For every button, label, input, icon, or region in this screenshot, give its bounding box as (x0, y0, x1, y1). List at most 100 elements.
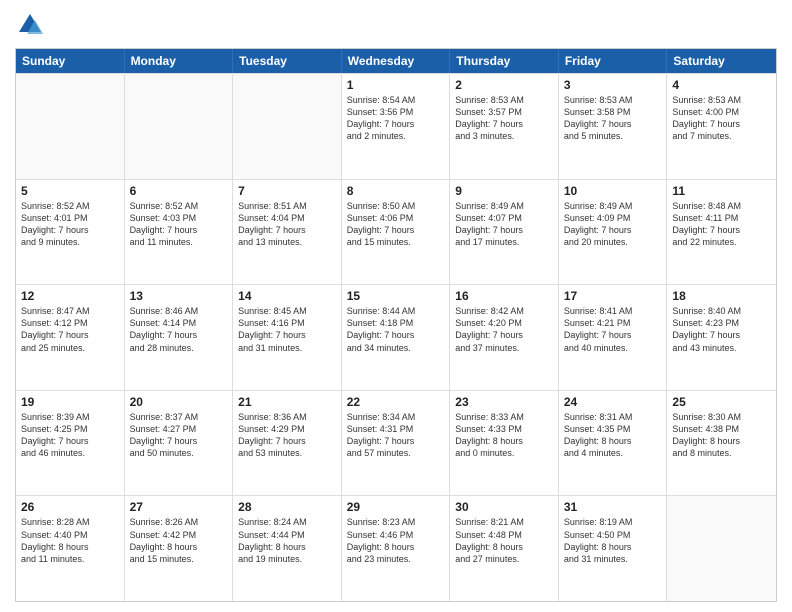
cell-info: Sunrise: 8:30 AM Sunset: 4:38 PM Dayligh… (672, 411, 771, 460)
cell-info: Sunrise: 8:34 AM Sunset: 4:31 PM Dayligh… (347, 411, 445, 460)
cell-info: Sunrise: 8:26 AM Sunset: 4:42 PM Dayligh… (130, 516, 228, 565)
cell-info: Sunrise: 8:40 AM Sunset: 4:23 PM Dayligh… (672, 305, 771, 354)
calendar-row: 26 Sunrise: 8:28 AM Sunset: 4:40 PM Dayli… (16, 495, 776, 601)
cell-info: Sunrise: 8:41 AM Sunset: 4:21 PM Dayligh… (564, 305, 662, 354)
calendar-cell: 28 Sunrise: 8:24 AM Sunset: 4:44 PM Dayli… (233, 496, 342, 601)
weekday-header: Wednesday (342, 49, 451, 73)
calendar-cell: 30 Sunrise: 8:21 AM Sunset: 4:48 PM Dayli… (450, 496, 559, 601)
day-number: 24 (564, 395, 662, 409)
calendar-cell: 18Sunrise: 8:40 AM Sunset: 4:23 PM Dayli… (667, 285, 776, 390)
calendar-cell: 7 Sunrise: 8:51 AM Sunset: 4:04 PM Daylig… (233, 180, 342, 285)
calendar-cell: 6Sunrise: 8:52 AM Sunset: 4:03 PM Daylig… (125, 180, 234, 285)
day-number: 6 (130, 184, 228, 198)
cell-info: Sunrise: 8:39 AM Sunset: 4:25 PM Dayligh… (21, 411, 119, 460)
day-number: 27 (130, 500, 228, 514)
day-number: 23 (455, 395, 553, 409)
day-number: 1 (347, 78, 445, 92)
day-number: 9 (455, 184, 553, 198)
calendar-cell: 26 Sunrise: 8:28 AM Sunset: 4:40 PM Dayli… (16, 496, 125, 601)
calendar-cell: 25 Sunrise: 8:30 AM Sunset: 4:38 PM Dayli… (667, 391, 776, 496)
cell-info: Sunrise: 8:23 AM Sunset: 4:46 PM Dayligh… (347, 516, 445, 565)
cell-info: Sunrise: 8:52 AM Sunset: 4:01 PM Dayligh… (21, 200, 119, 249)
calendar-cell: 16 Sunrise: 8:42 AM Sunset: 4:20 PM Dayli… (450, 285, 559, 390)
day-number: 25 (672, 395, 771, 409)
cell-info: Sunrise: 8:45 AM Sunset: 4:16 PM Dayligh… (238, 305, 336, 354)
calendar-body: 1 Sunrise: 8:54 AM Sunset: 3:56 PM Daylig… (16, 73, 776, 601)
calendar-row: 12Sunrise: 8:47 AM Sunset: 4:12 PM Dayli… (16, 284, 776, 390)
day-number: 22 (347, 395, 445, 409)
cell-info: Sunrise: 8:42 AM Sunset: 4:20 PM Dayligh… (455, 305, 553, 354)
day-number: 12 (21, 289, 119, 303)
day-number: 4 (672, 78, 771, 92)
cell-info: Sunrise: 8:51 AM Sunset: 4:04 PM Dayligh… (238, 200, 336, 249)
calendar-cell: 3 Sunrise: 8:53 AM Sunset: 3:58 PM Daylig… (559, 74, 668, 179)
calendar-row: 5 Sunrise: 8:52 AM Sunset: 4:01 PM Daylig… (16, 179, 776, 285)
calendar-cell: 22 Sunrise: 8:34 AM Sunset: 4:31 PM Dayli… (342, 391, 451, 496)
calendar-cell: 13 Sunrise: 8:46 AM Sunset: 4:14 PM Dayli… (125, 285, 234, 390)
day-number: 2 (455, 78, 553, 92)
weekday-header: Thursday (450, 49, 559, 73)
cell-info: Sunrise: 8:46 AM Sunset: 4:14 PM Dayligh… (130, 305, 228, 354)
calendar-cell (16, 74, 125, 179)
calendar-cell: 19 Sunrise: 8:39 AM Sunset: 4:25 PM Dayli… (16, 391, 125, 496)
cell-info: Sunrise: 8:53 AM Sunset: 3:57 PM Dayligh… (455, 94, 553, 143)
cell-info: Sunrise: 8:49 AM Sunset: 4:09 PM Dayligh… (564, 200, 662, 249)
calendar-cell: 29Sunrise: 8:23 AM Sunset: 4:46 PM Dayli… (342, 496, 451, 601)
cell-info: Sunrise: 8:50 AM Sunset: 4:06 PM Dayligh… (347, 200, 445, 249)
calendar-cell: 24Sunrise: 8:31 AM Sunset: 4:35 PM Dayli… (559, 391, 668, 496)
day-number: 28 (238, 500, 336, 514)
day-number: 26 (21, 500, 119, 514)
page: SundayMondayTuesdayWednesdayThursdayFrid… (0, 0, 792, 612)
day-number: 21 (238, 395, 336, 409)
day-number: 10 (564, 184, 662, 198)
logo-icon (15, 10, 45, 40)
calendar-cell: 4Sunrise: 8:53 AM Sunset: 4:00 PM Daylig… (667, 74, 776, 179)
calendar-cell: 27 Sunrise: 8:26 AM Sunset: 4:42 PM Dayli… (125, 496, 234, 601)
day-number: 7 (238, 184, 336, 198)
cell-info: Sunrise: 8:48 AM Sunset: 4:11 PM Dayligh… (672, 200, 771, 249)
day-number: 19 (21, 395, 119, 409)
calendar-cell: 15 Sunrise: 8:44 AM Sunset: 4:18 PM Dayli… (342, 285, 451, 390)
calendar-cell: 9 Sunrise: 8:49 AM Sunset: 4:07 PM Daylig… (450, 180, 559, 285)
cell-info: Sunrise: 8:28 AM Sunset: 4:40 PM Dayligh… (21, 516, 119, 565)
cell-info: Sunrise: 8:36 AM Sunset: 4:29 PM Dayligh… (238, 411, 336, 460)
calendar-cell (233, 74, 342, 179)
calendar-cell (125, 74, 234, 179)
logo (15, 10, 47, 40)
weekday-header: Tuesday (233, 49, 342, 73)
weekday-header: Monday (125, 49, 234, 73)
calendar-cell: 11Sunrise: 8:48 AM Sunset: 4:11 PM Dayli… (667, 180, 776, 285)
day-number: 20 (130, 395, 228, 409)
calendar-cell: 23Sunrise: 8:33 AM Sunset: 4:33 PM Dayli… (450, 391, 559, 496)
day-number: 13 (130, 289, 228, 303)
calendar-cell: 20Sunrise: 8:37 AM Sunset: 4:27 PM Dayli… (125, 391, 234, 496)
cell-info: Sunrise: 8:19 AM Sunset: 4:50 PM Dayligh… (564, 516, 662, 565)
day-number: 3 (564, 78, 662, 92)
cell-info: Sunrise: 8:24 AM Sunset: 4:44 PM Dayligh… (238, 516, 336, 565)
calendar-row: 19 Sunrise: 8:39 AM Sunset: 4:25 PM Dayli… (16, 390, 776, 496)
calendar-cell: 17Sunrise: 8:41 AM Sunset: 4:21 PM Dayli… (559, 285, 668, 390)
day-number: 5 (21, 184, 119, 198)
calendar-cell: 2 Sunrise: 8:53 AM Sunset: 3:57 PM Daylig… (450, 74, 559, 179)
day-number: 8 (347, 184, 445, 198)
weekday-header: Friday (559, 49, 668, 73)
calendar-cell: 31 Sunrise: 8:19 AM Sunset: 4:50 PM Dayli… (559, 496, 668, 601)
cell-info: Sunrise: 8:49 AM Sunset: 4:07 PM Dayligh… (455, 200, 553, 249)
calendar-cell: 21 Sunrise: 8:36 AM Sunset: 4:29 PM Dayli… (233, 391, 342, 496)
day-number: 16 (455, 289, 553, 303)
header (15, 10, 777, 40)
day-number: 30 (455, 500, 553, 514)
day-number: 15 (347, 289, 445, 303)
cell-info: Sunrise: 8:53 AM Sunset: 3:58 PM Dayligh… (564, 94, 662, 143)
calendar-cell: 14 Sunrise: 8:45 AM Sunset: 4:16 PM Dayli… (233, 285, 342, 390)
cell-info: Sunrise: 8:54 AM Sunset: 3:56 PM Dayligh… (347, 94, 445, 143)
calendar-cell: 1 Sunrise: 8:54 AM Sunset: 3:56 PM Daylig… (342, 74, 451, 179)
cell-info: Sunrise: 8:44 AM Sunset: 4:18 PM Dayligh… (347, 305, 445, 354)
cell-info: Sunrise: 8:21 AM Sunset: 4:48 PM Dayligh… (455, 516, 553, 565)
calendar-cell (667, 496, 776, 601)
calendar-header: SundayMondayTuesdayWednesdayThursdayFrid… (16, 49, 776, 73)
calendar-cell: 12Sunrise: 8:47 AM Sunset: 4:12 PM Dayli… (16, 285, 125, 390)
calendar-cell: 5 Sunrise: 8:52 AM Sunset: 4:01 PM Daylig… (16, 180, 125, 285)
day-number: 14 (238, 289, 336, 303)
day-number: 31 (564, 500, 662, 514)
